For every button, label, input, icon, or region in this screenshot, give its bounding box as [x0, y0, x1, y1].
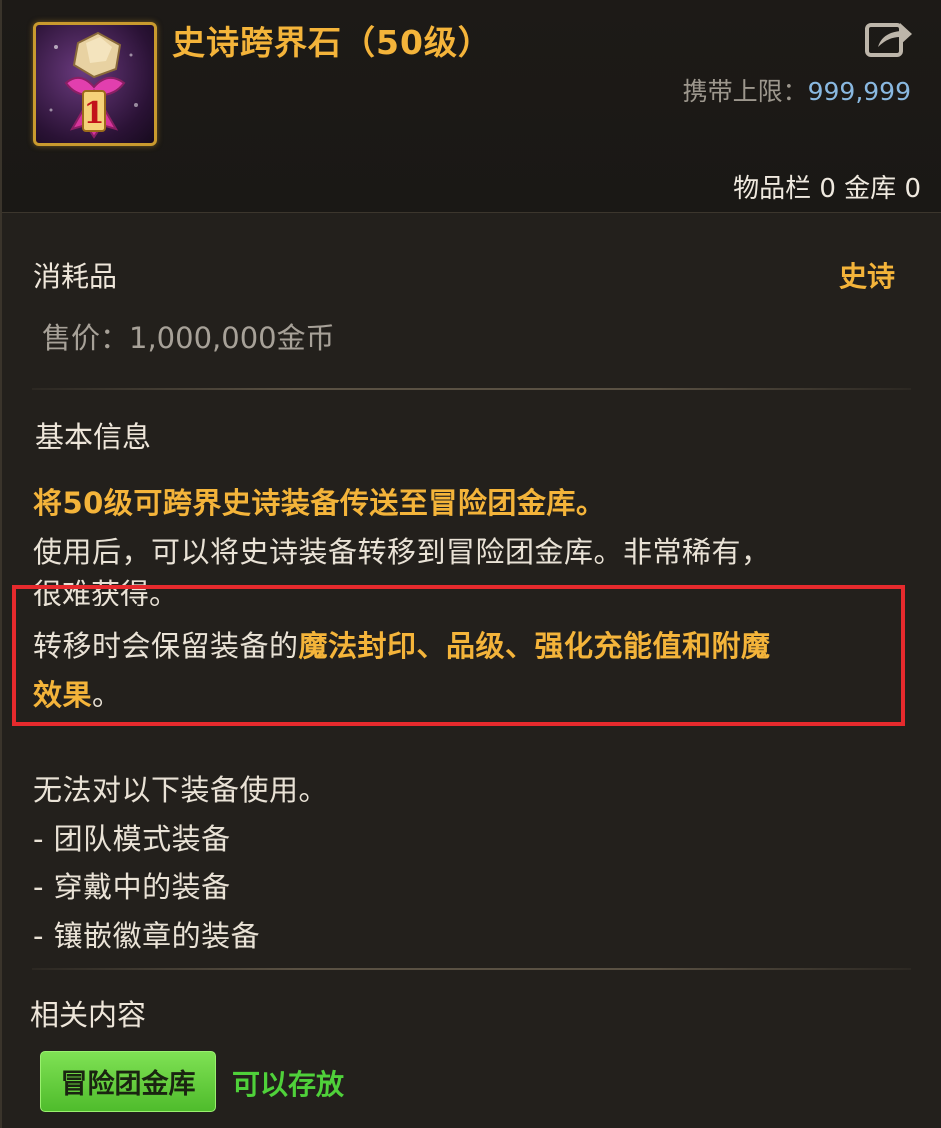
carry-limit: 携带上限：999,999: [683, 72, 911, 108]
related-content-title: 相关内容: [30, 998, 147, 1032]
restriction-item: - 团队模式装备: [33, 822, 231, 856]
storage-count: 物品栏 0 金库 0: [733, 174, 921, 204]
carry-limit-value: 999,999: [807, 77, 911, 106]
adventure-vault-tag[interactable]: 冒险团金库: [40, 1051, 216, 1112]
item-type: 消耗品: [33, 260, 118, 293]
restriction-item: - 穿戴中的装备: [33, 870, 231, 904]
divider: [32, 968, 911, 970]
epic-stone-gift-icon: 1: [33, 22, 157, 146]
desc-line-1: 将50级可跨界史诗装备传送至冒险团金库。: [33, 486, 606, 520]
storable-status: 可以存放: [232, 1068, 345, 1101]
icon-badge-number: 1: [84, 96, 105, 131]
tooltip-header: 1 史诗跨界石（50级） 携带上限：999,999 物品栏 0 金库 0: [2, 0, 941, 213]
item-title: 史诗跨界石（50级）: [172, 23, 492, 62]
basic-info-title: 基本信息: [35, 420, 152, 454]
share-icon[interactable]: [864, 17, 914, 59]
restrictions-title: 无法对以下装备使用。: [33, 773, 329, 807]
red-highlight-box: [12, 585, 905, 726]
item-tooltip: 1 史诗跨界石（50级） 携带上限：999,999 物品栏 0 金库 0 消耗品…: [0, 0, 941, 1128]
sell-price: 售价：1,000,000金币: [42, 321, 335, 355]
desc-line-2: 使用后，可以将史诗装备转移到冒险团金库。非常稀有，: [33, 535, 771, 569]
item-rarity: 史诗: [838, 260, 895, 293]
divider: [32, 388, 911, 390]
carry-limit-label: 携带上限：: [682, 77, 808, 106]
restriction-item: - 镶嵌徽章的装备: [33, 919, 261, 953]
